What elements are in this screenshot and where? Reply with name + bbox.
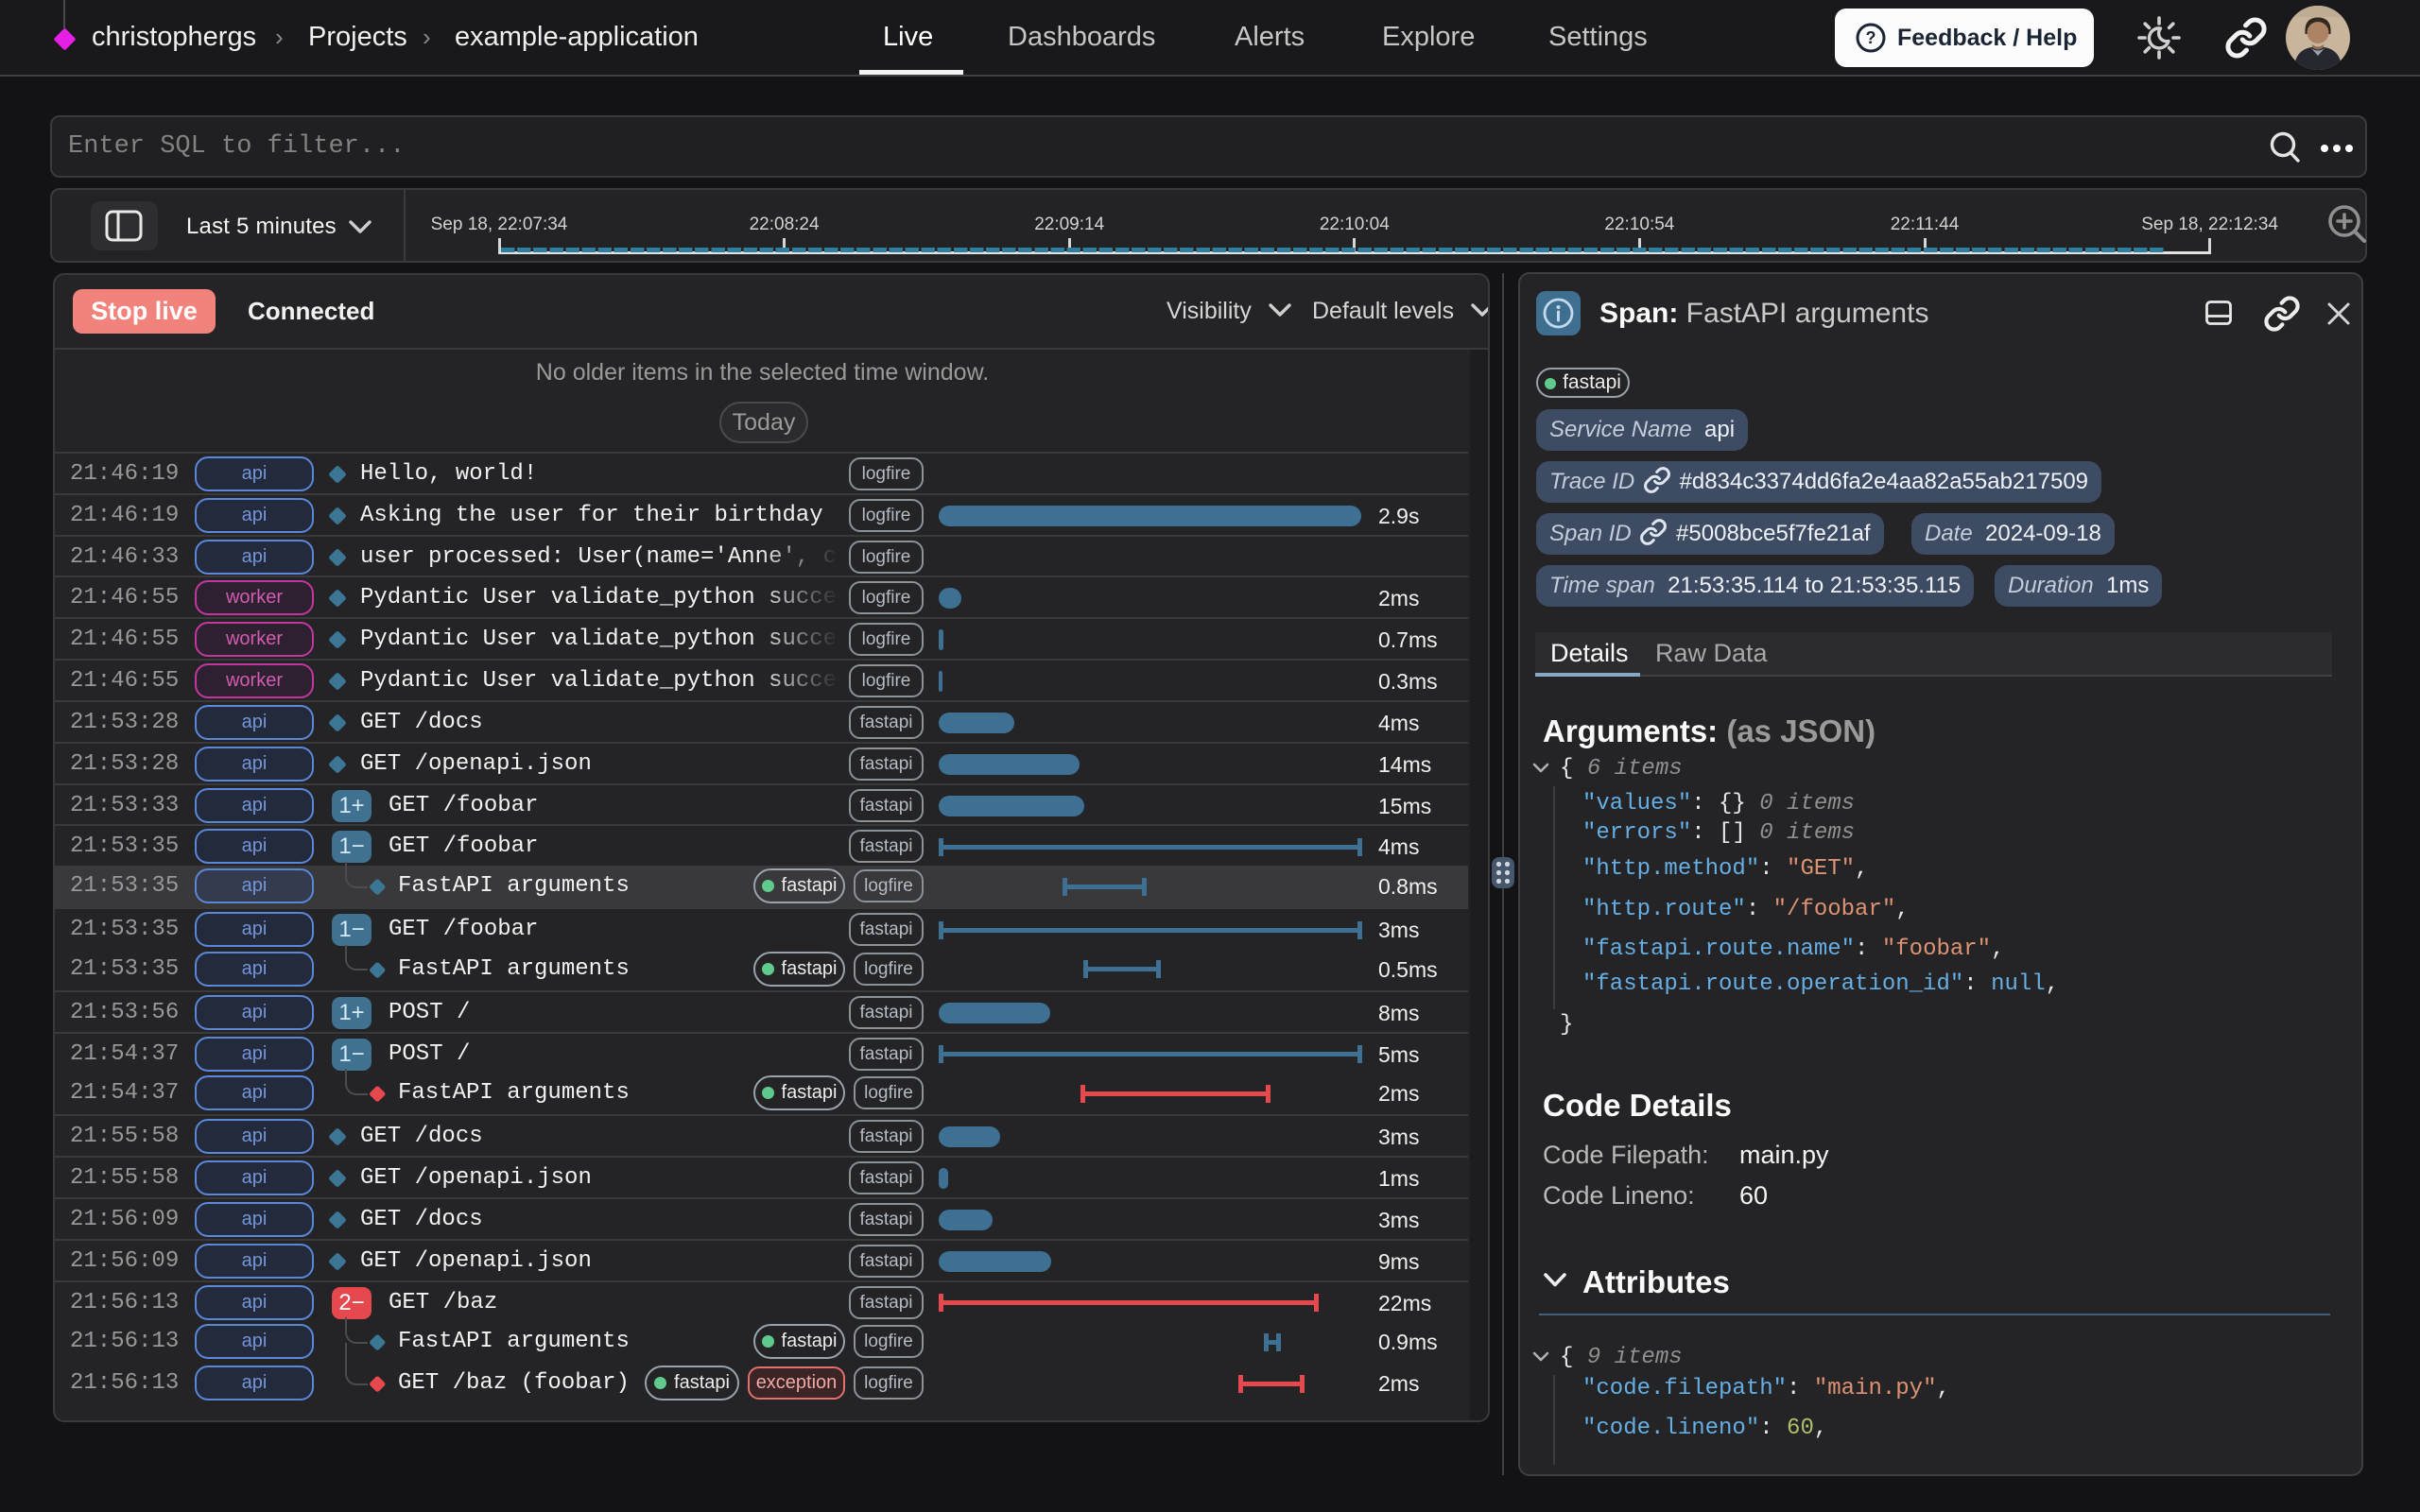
svg-text:?: ? bbox=[1866, 28, 1876, 47]
